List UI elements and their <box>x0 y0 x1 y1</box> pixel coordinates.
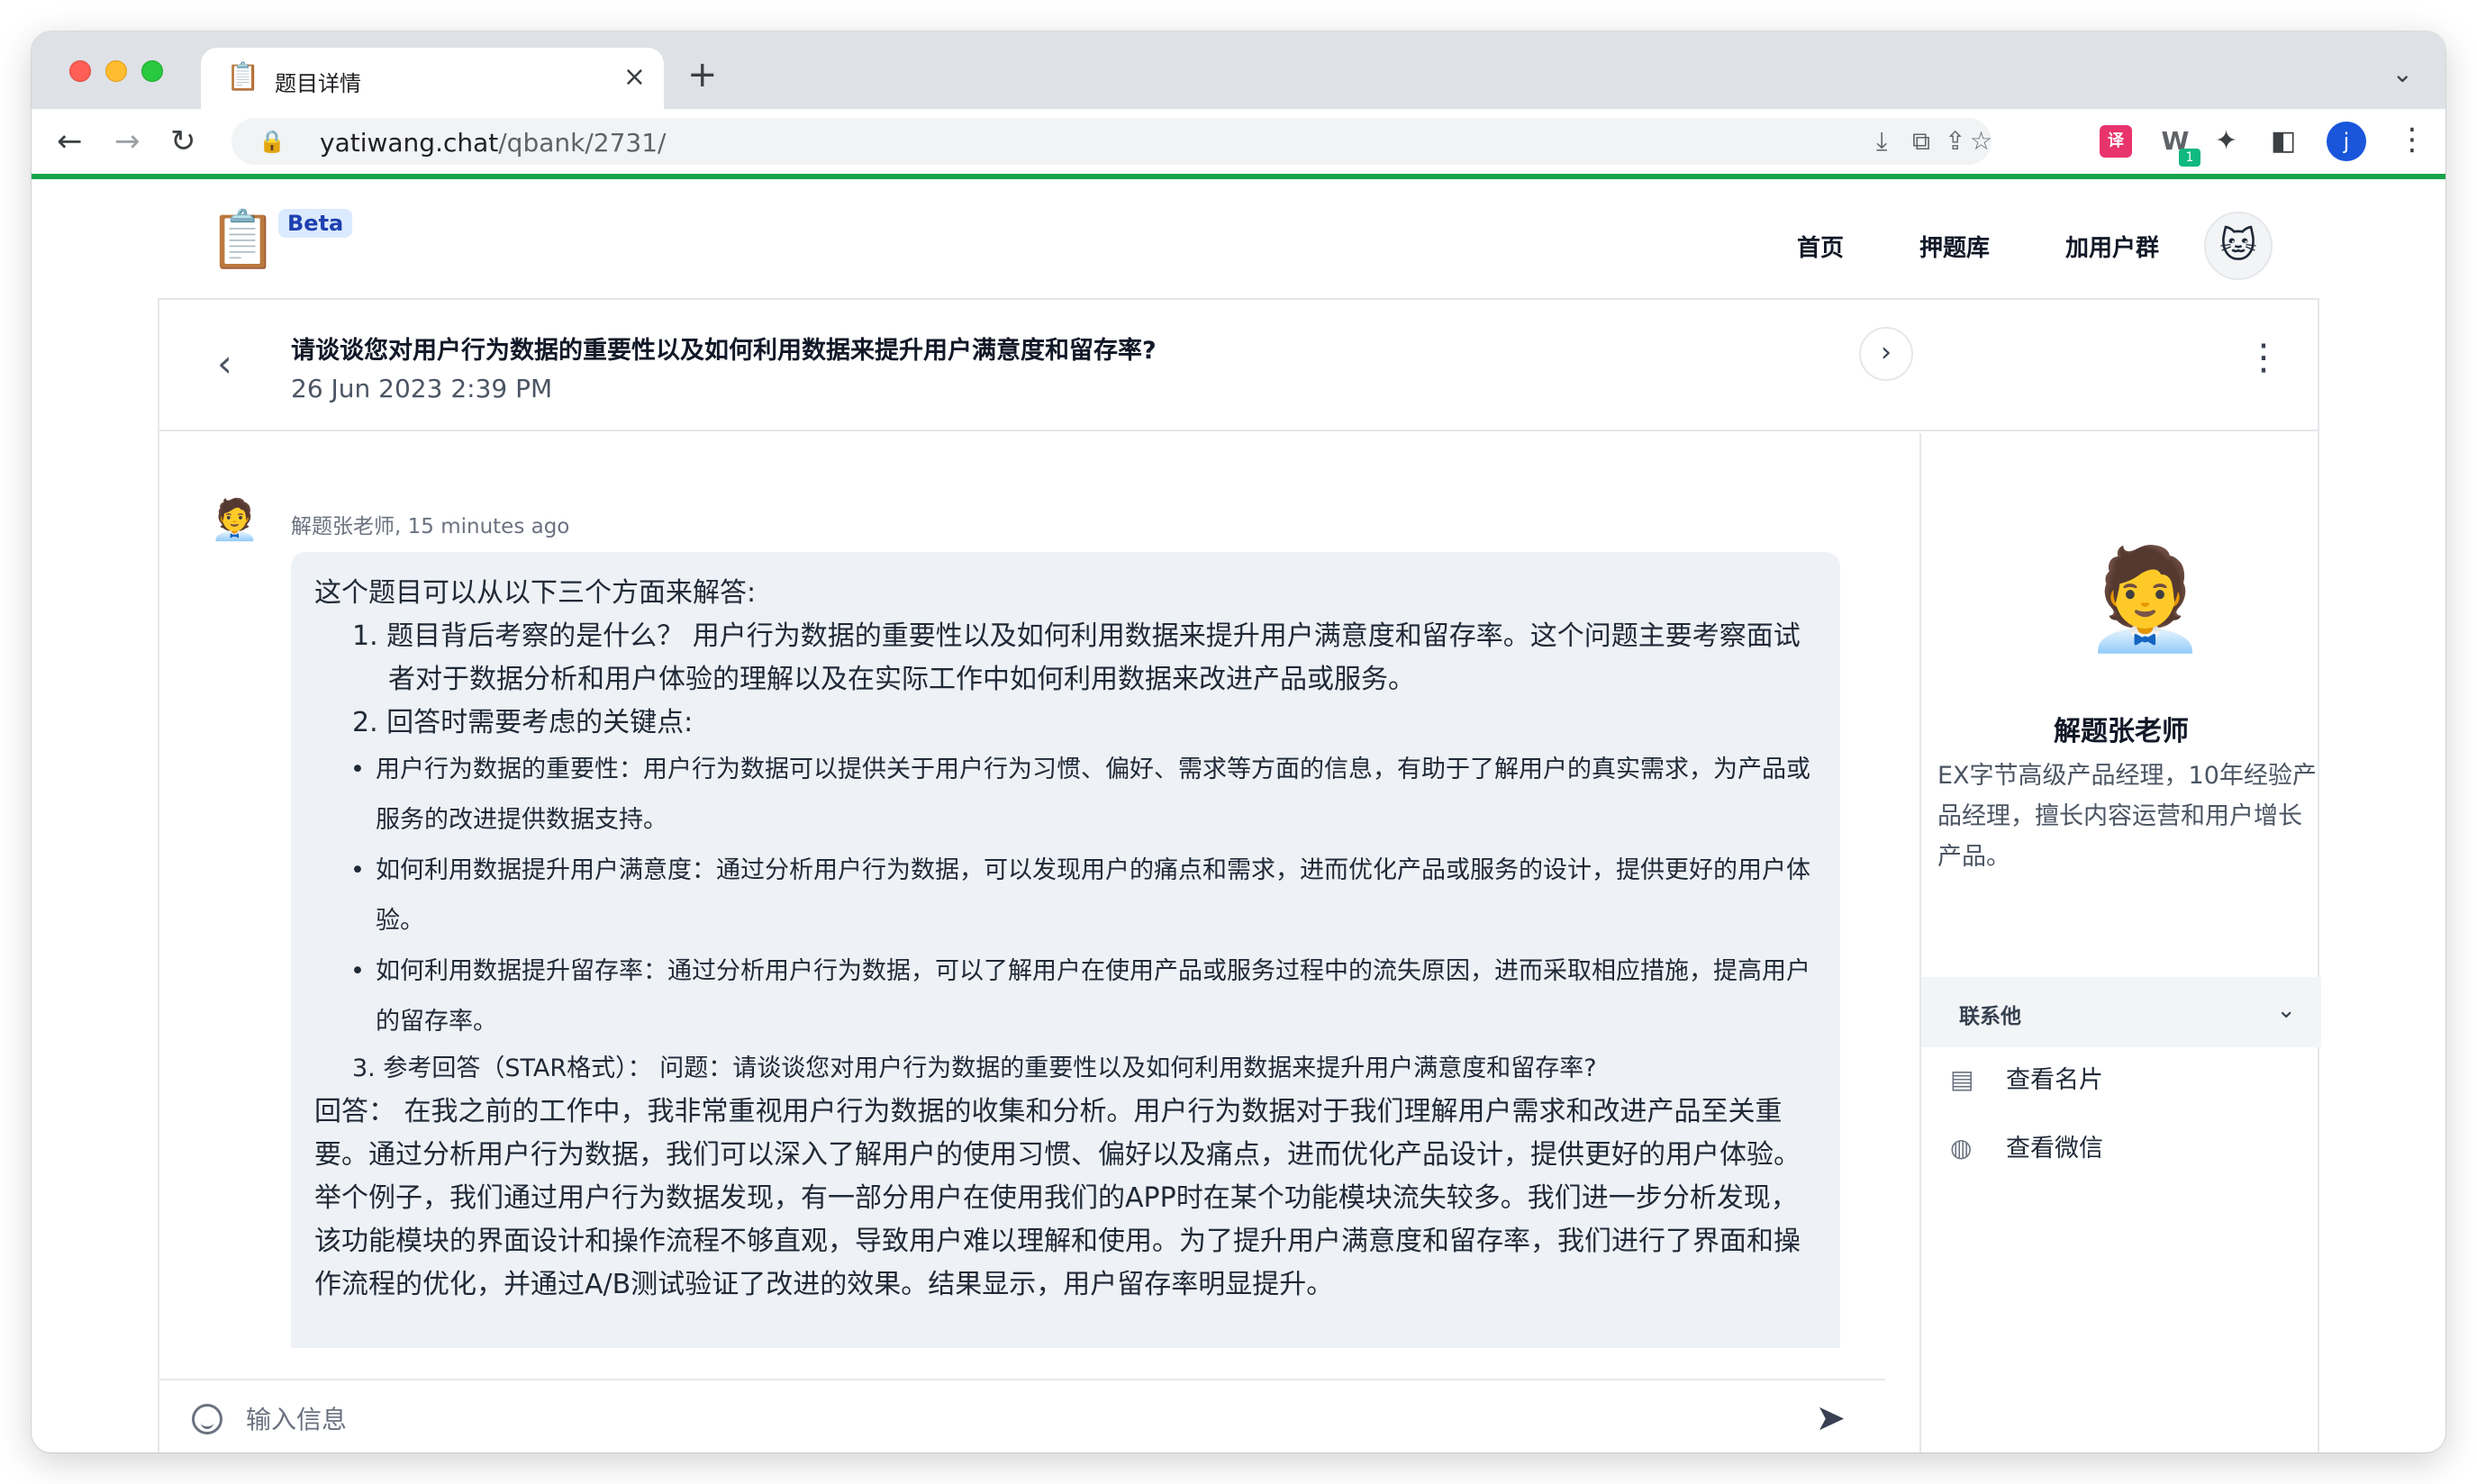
profile-avatar[interactable]: j <box>2327 122 2366 161</box>
tab-search-chevron-icon[interactable]: ⌄ <box>2392 59 2413 88</box>
chevron-down-icon: ⌄ <box>2276 997 2296 1024</box>
view-wechat-link[interactable]: ◍ 查看微信 <box>1950 1128 2103 1163</box>
id-card-icon: ▤ <box>1950 1064 1974 1094</box>
message-intro: 这个题目可以从以下三个方面来解答: <box>314 577 757 609</box>
back-chevron-icon[interactable]: ‹ <box>217 345 232 383</box>
reload-icon[interactable]: ↻ <box>170 123 196 159</box>
question-header: ‹ 请谈谈您对用户行为数据的重要性以及如何利用数据来提升用户满意度和留存率? 2… <box>159 300 2318 431</box>
send-icon[interactable]: ➤ <box>1815 1398 1846 1438</box>
chat-area[interactable]: 🧑‍💼 解题张老师, 15 minutes ago 这个题目可以从以下三个方面来… <box>159 433 1885 1348</box>
wechat-icon: ◍ <box>1950 1133 1973 1163</box>
site-header: 📋 Beta 首页 押题库 加用户群 🐱 <box>32 179 2445 294</box>
message-bubble: 这个题目可以从以下三个方面来解答: 1. 题目背后考察的是什么？ 用户行为数据的… <box>291 552 1840 1348</box>
translate-extension-icon[interactable]: 译 <box>2100 125 2132 158</box>
browser-window: 📋 题目详情 × + ⌄ ← → ↻ 🔒 yatiwang.chat/qbank… <box>32 32 2445 1452</box>
beta-badge: Beta <box>278 209 353 238</box>
mentor-portrait: 🧑‍💼 <box>2083 541 2207 656</box>
contact-accordion[interactable]: 联系他 ⌄ <box>1921 977 2321 1047</box>
question-date: 26 Jun 2023 2:39 PM <box>291 374 553 403</box>
message-meta: 解题张老师, 15 minutes ago <box>291 515 570 538</box>
nav-home[interactable]: 首页 <box>1797 230 1844 263</box>
tab-strip: 📋 题目详情 × + ⌄ <box>32 32 2445 109</box>
list-item: 1. 题目背后考察的是什么？ 用户行为数据的重要性以及如何利用数据来提升用户满意… <box>352 620 1801 695</box>
mentor-bio: EX字节高级产品经理，10年经验产品经理，擅长内容运营和用户增长产品。 <box>1937 762 2317 871</box>
back-arrow-icon[interactable]: ← <box>57 123 83 159</box>
user-avatar[interactable]: 🐱 <box>2204 212 2273 280</box>
view-card-label: 查看名片 <box>2006 1066 2103 1094</box>
new-tab-icon[interactable]: + <box>687 57 718 93</box>
nav-join-group[interactable]: 加用户群 <box>2065 230 2159 263</box>
browser-tab-active[interactable]: 📋 题目详情 × <box>201 48 664 109</box>
contact-label: 联系他 <box>1959 1005 2021 1028</box>
url-text[interactable]: yatiwang.chat/qbank/2731/ <box>320 128 666 158</box>
forward-arrow-icon[interactable]: → <box>114 123 141 159</box>
side-panel-icon[interactable]: ◧ <box>2271 125 2296 158</box>
extension-badge: 1 <box>2179 149 2200 167</box>
lock-icon[interactable]: 🔒 <box>259 129 286 154</box>
mentor-name: 解题张老师 <box>2054 716 2189 747</box>
question-title: 请谈谈您对用户行为数据的重要性以及如何利用数据来提升用户满意度和留存率? <box>291 337 1157 365</box>
browser-toolbar: ← → ↻ 🔒 yatiwang.chat/qbank/2731/ ⤓ ⧉ ⇪ … <box>32 109 2445 174</box>
bookmark-star-icon[interactable]: ☆ <box>1970 127 1992 156</box>
question-panel: ‹ 请谈谈您对用户行为数据的重要性以及如何利用数据来提升用户满意度和留存率? 2… <box>158 298 2321 1452</box>
answer-paragraph: 回答： 在我之前的工作中，我非常重视用户行为数据的收集和分析。用户行为数据对于我… <box>314 1096 1801 1171</box>
site-logo-clipboard-icon[interactable]: 📋 <box>208 208 277 271</box>
view-card-link[interactable]: ▤ 查看名片 <box>1950 1060 2103 1095</box>
nav-question-bank[interactable]: 押题库 <box>1919 230 1990 263</box>
tab-title: 题目详情 <box>275 71 361 96</box>
url-host: yatiwang.chat <box>320 128 499 158</box>
browser-menu-icon[interactable]: ⋮ <box>2397 122 2427 158</box>
clipboard-icon: 📋 <box>226 61 260 93</box>
close-tab-icon[interactable]: × <box>623 62 646 93</box>
bullet-item: 如何利用数据提升用户满意度：通过分析用户行为数据，可以发现用户的痛点和需求，进而… <box>350 846 1817 946</box>
emoji-icon[interactable] <box>192 1404 222 1434</box>
url-path: /qbank/2731/ <box>498 128 667 158</box>
answer-paragraph: 举个例子，我们通过用户行为数据发现，有一部分用户在使用我们的APP时在某个功能模… <box>314 1182 1801 1300</box>
message-input-bar: ➤ <box>159 1379 1885 1452</box>
view-wechat-label: 查看微信 <box>2006 1135 2103 1163</box>
mentor-avatar-small: 🧑‍💼 <box>210 497 259 543</box>
maximize-window-button[interactable] <box>141 60 163 82</box>
mentor-sidebar: 🧑‍💼 解题张老师 EX字节高级产品经理，10年经验产品经理，擅长内容运营和用户… <box>1919 433 2321 1452</box>
install-app-icon[interactable]: ⤓ <box>1876 127 1887 156</box>
translate-icon[interactable]: ⧉ <box>1912 127 1930 156</box>
more-options-icon[interactable]: ⋮ <box>2246 339 2282 376</box>
message-input[interactable] <box>246 1398 1777 1440</box>
toggle-sidebar-chevron-icon[interactable]: › <box>1859 327 1913 381</box>
close-window-button[interactable] <box>69 60 91 82</box>
bullet-item: 如何利用数据提升留存率：通过分析用户行为数据，可以了解用户在使用产品或服务过程中… <box>350 946 1817 1047</box>
list-item: 2. 回答时需要考虑的关键点: <box>352 707 694 738</box>
minimize-window-button[interactable] <box>105 60 127 82</box>
list-item: 3. 参考回答（STAR格式）： 问题：请谈谈您对用户行为数据的重要性以及如何利… <box>352 1054 1597 1082</box>
share-icon[interactable]: ⇪ <box>1945 127 1965 156</box>
extensions-puzzle-icon[interactable]: ✦ <box>2215 125 2237 158</box>
bullet-item: 用户行为数据的重要性：用户行为数据可以提供关于用户行为习惯、偏好、需求等方面的信… <box>350 745 1817 846</box>
address-bar[interactable]: 🔒 yatiwang.chat/qbank/2731/ ⤓ ⧉ ⇪ ☆ <box>231 118 1992 165</box>
